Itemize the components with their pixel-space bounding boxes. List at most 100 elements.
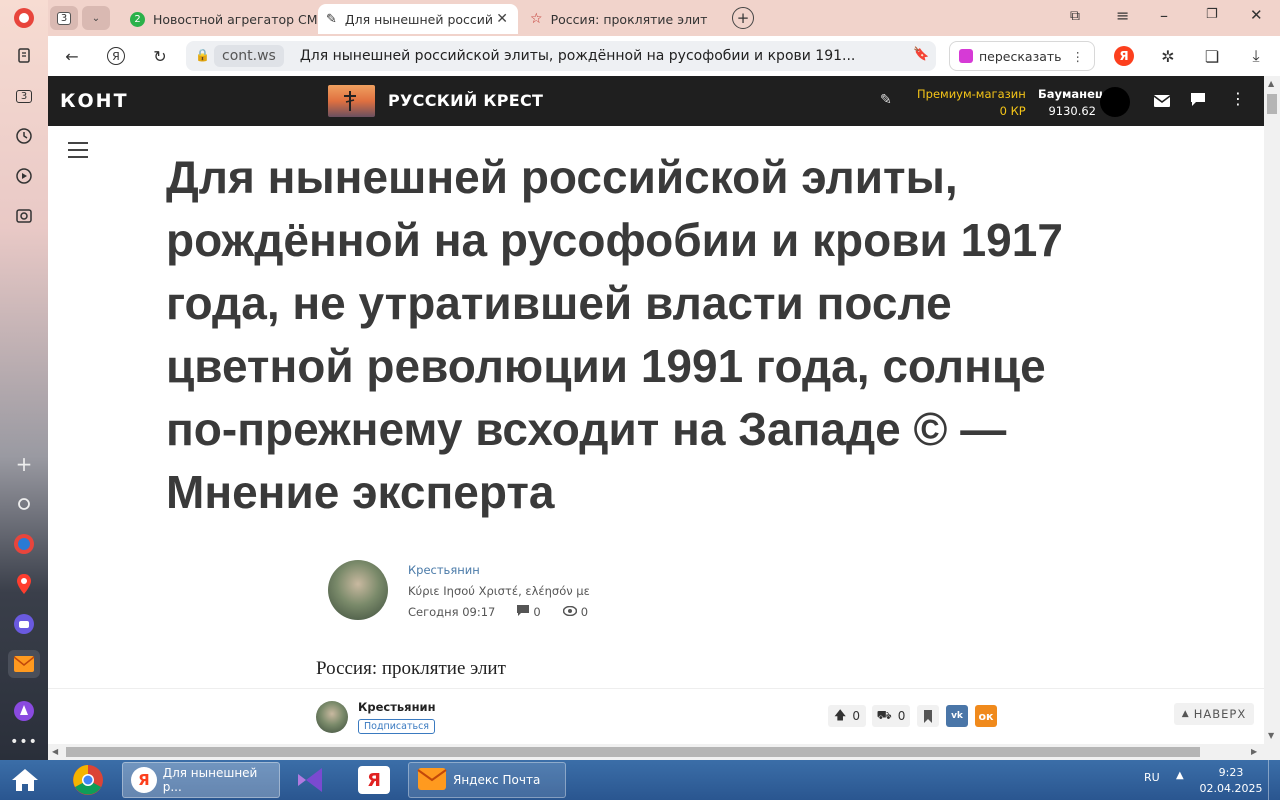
- start-home-icon[interactable]: [10, 767, 40, 797]
- downloads-icon[interactable]: ⤓: [1244, 44, 1268, 68]
- pencil-icon[interactable]: ✎: [880, 92, 892, 108]
- horizontal-scroll-thumb[interactable]: [66, 747, 1200, 757]
- tab-manager-icon[interactable]: ⧉: [1070, 8, 1080, 24]
- vertical-scroll-thumb[interactable]: [1267, 94, 1277, 114]
- restore-icon[interactable]: ❐: [1206, 7, 1218, 22]
- retell-label: пересказать: [979, 48, 1062, 64]
- reader-icon[interactable]: ❏: [1200, 44, 1224, 68]
- alice-icon[interactable]: [12, 699, 36, 723]
- star-icon: ☆: [530, 11, 543, 27]
- yandex-mail-task-icon: [417, 767, 447, 794]
- user-avatar[interactable]: [1100, 87, 1130, 117]
- chat-icon[interactable]: [1190, 92, 1206, 111]
- user-info[interactable]: Бауманец 9130.62: [1038, 86, 1103, 120]
- tab-label: Новостной агрегатор СМ: [153, 11, 318, 27]
- address-bar[interactable]: 🔒 cont.ws Для нынешней российской элиты,…: [186, 41, 936, 71]
- author-avatar[interactable]: [328, 560, 388, 620]
- caret-up-icon: ▲: [1181, 709, 1190, 719]
- collections-icon[interactable]: [12, 44, 36, 68]
- mail-icon[interactable]: [1153, 92, 1171, 111]
- upvote-button[interactable]: 🡅 0: [828, 705, 866, 727]
- retell-button[interactable]: пересказать ⋮: [949, 41, 1095, 71]
- taskbar-window-mail[interactable]: Яндекс Почта: [408, 762, 566, 798]
- add-panel-icon[interactable]: +: [12, 452, 36, 476]
- messenger-icon[interactable]: [12, 612, 36, 636]
- mail-icon[interactable]: [8, 650, 40, 678]
- sticky-author-name[interactable]: Крестьянин: [358, 700, 436, 714]
- scroll-down-arrow-icon[interactable]: ▼: [1268, 731, 1274, 740]
- show-desktop-button[interactable]: [1268, 760, 1280, 800]
- tab-label: Россия: проклятие элит: [550, 11, 708, 27]
- arrow-up-icon: 🡅: [834, 707, 847, 722]
- premium-label: Премиум-магазин: [917, 87, 1026, 101]
- comment-icon: [517, 605, 530, 619]
- yandex-home-icon[interactable]: Я: [104, 44, 128, 68]
- site-logo[interactable]: КОНТ: [60, 90, 129, 112]
- yandex-app-icon[interactable]: Я: [358, 766, 390, 794]
- edit-page-icon: ✎: [326, 11, 337, 27]
- page-title-in-omnibox: Для нынешней российской элиты, рождённой…: [299, 48, 856, 64]
- system-clock[interactable]: 9:23 02.04.2025: [1198, 765, 1264, 797]
- bookmark-article-icon[interactable]: [917, 705, 939, 727]
- scroll-right-arrow-icon[interactable]: ▶: [1251, 747, 1257, 756]
- visual-studio-icon[interactable]: [296, 766, 326, 798]
- browser-side-rail: 3 + •••: [0, 0, 48, 760]
- minimize-icon[interactable]: –: [1160, 6, 1168, 25]
- repost-icon: ⛟: [876, 708, 892, 722]
- tab-list-dropdown[interactable]: ⌄: [82, 6, 110, 30]
- sticky-author-avatar[interactable]: [316, 701, 348, 733]
- video-icon[interactable]: [12, 164, 36, 188]
- retell-more-icon[interactable]: ⋮: [1072, 49, 1085, 64]
- premium-balance: 0 КР: [999, 104, 1026, 118]
- new-tab-button[interactable]: +: [732, 7, 754, 29]
- tabs-count-icon[interactable]: 3: [12, 84, 36, 108]
- tab-russia-curse[interactable]: ☆ Россия: проклятие элит: [522, 4, 722, 34]
- bookmark-icon[interactable]: 🔖: [913, 47, 929, 62]
- maps-icon[interactable]: [12, 572, 36, 596]
- tab-news-aggregator[interactable]: 2 Новостной агрегатор СМ: [122, 4, 318, 34]
- ok-share-icon[interactable]: ок: [975, 705, 997, 727]
- tab-counter[interactable]: 3: [50, 6, 78, 30]
- back-icon[interactable]: ←: [60, 44, 84, 68]
- alice-circle-icon[interactable]: [12, 492, 36, 516]
- subscribe-button[interactable]: Подписаться: [358, 719, 436, 734]
- kebab-menu-icon[interactable]: ⋮: [1230, 89, 1246, 108]
- author-name[interactable]: Крестьянин: [408, 563, 480, 577]
- vk-share-icon[interactable]: vk: [946, 705, 968, 727]
- yandex-browser-icon[interactable]: [12, 6, 36, 30]
- hamburger-menu-icon[interactable]: [68, 142, 88, 158]
- browser-toolbar: ← Я ↻ 🔒 cont.ws Для нынешней российской …: [48, 36, 1280, 76]
- close-window-icon[interactable]: ✕: [1250, 6, 1263, 24]
- publish-time: Сегодня 09:17: [408, 605, 496, 619]
- taskbar-window-browser[interactable]: Я Для нынешней р...: [122, 762, 280, 798]
- scroll-up-arrow-icon[interactable]: ▲: [1268, 79, 1274, 88]
- windows-taskbar: Я Для нынешней р... Я Яндекс Почта RU ▲ …: [0, 760, 1280, 800]
- zen-icon[interactable]: [12, 532, 36, 556]
- menu-icon[interactable]: ≡: [1116, 6, 1129, 25]
- repost-button[interactable]: ⛟ 0: [872, 705, 910, 727]
- tray-expand-icon[interactable]: ▲: [1176, 770, 1184, 781]
- channel-thumbnail[interactable]: [328, 85, 375, 117]
- tab-strip: 3 ⌄ 2 Новостной агрегатор СМ ✎ Для нынеш…: [48, 0, 1280, 36]
- taskbar-window-label: Для нынешней р...: [162, 766, 258, 794]
- history-icon[interactable]: [12, 124, 36, 148]
- extensions-icon[interactable]: ✲: [1156, 44, 1180, 68]
- premium-shop[interactable]: Премиум-магазин 0 КР: [917, 86, 1026, 120]
- screenshot-icon[interactable]: [12, 204, 36, 228]
- horizontal-scrollbar[interactable]: ◀ ▶: [48, 744, 1280, 760]
- language-indicator[interactable]: RU: [1144, 771, 1160, 784]
- back-to-top-button[interactable]: ▲ НАВЕРХ: [1174, 703, 1254, 725]
- vertical-scrollbar[interactable]: ▲ ▼: [1264, 76, 1280, 744]
- tab-current-article[interactable]: ✎ Для нынешней россий ✕: [318, 4, 518, 34]
- scroll-left-arrow-icon[interactable]: ◀: [52, 747, 58, 756]
- channel-name[interactable]: РУССКИЙ КРЕСТ: [388, 91, 543, 110]
- domain-chip[interactable]: cont.ws: [214, 45, 284, 67]
- reload-icon[interactable]: ↻: [148, 44, 172, 68]
- comments-count[interactable]: 0: [517, 605, 541, 619]
- chrome-icon[interactable]: [72, 764, 104, 800]
- more-icon[interactable]: •••: [10, 730, 37, 754]
- article-meta: Сегодня 09:17 0 0: [408, 605, 588, 619]
- eye-icon: [562, 605, 577, 619]
- close-tab-icon[interactable]: ✕: [496, 11, 508, 27]
- yandex-account-icon[interactable]: Я: [1112, 44, 1136, 68]
